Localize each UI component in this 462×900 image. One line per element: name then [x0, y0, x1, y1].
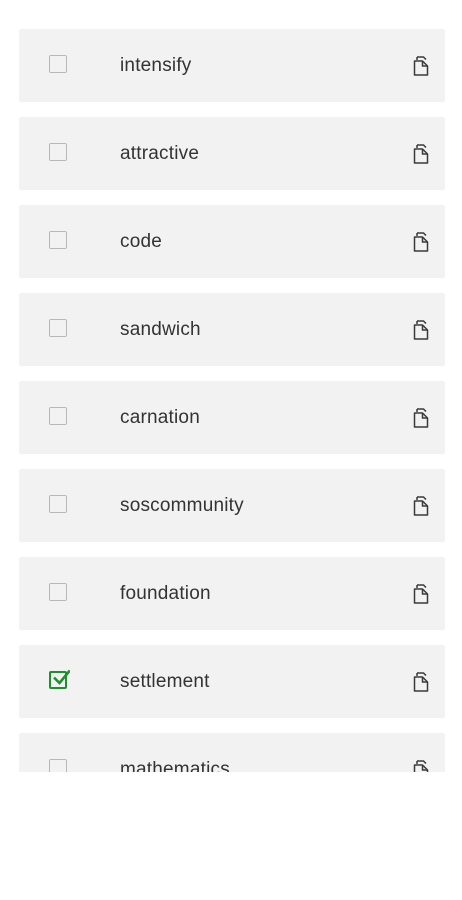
copy-icon [413, 495, 428, 516]
item-label: mathematics [120, 759, 230, 772]
copy-button[interactable] [406, 316, 433, 343]
list-item[interactable]: foundation [19, 557, 445, 630]
item-label: foundation [120, 583, 211, 604]
copy-icon [413, 759, 428, 772]
copy-icon [413, 319, 428, 340]
copy-button[interactable] [406, 580, 433, 607]
item-label: sandwich [120, 319, 201, 340]
list-item[interactable]: soscommunity [19, 469, 445, 542]
copy-icon [413, 407, 428, 428]
copy-icon [413, 55, 428, 76]
check-icon [53, 669, 70, 685]
item-label: intensify [120, 55, 192, 76]
list-item[interactable]: code [19, 205, 445, 278]
copy-icon [413, 583, 428, 604]
copy-button[interactable] [406, 228, 433, 255]
item-label: attractive [120, 143, 200, 164]
item-label: carnation [120, 407, 200, 428]
copy-icon [413, 143, 428, 164]
item-checkbox[interactable] [49, 407, 67, 425]
list-item[interactable]: mathematics [19, 733, 445, 772]
list-item[interactable]: attractive [19, 117, 445, 190]
copy-button[interactable] [406, 492, 433, 519]
item-checkbox[interactable] [49, 231, 67, 249]
item-label: settlement [120, 671, 210, 692]
item-checkbox[interactable] [49, 55, 67, 73]
list-item[interactable]: intensify [19, 29, 445, 102]
word-list: intensify attractive code sandwich carna… [19, 29, 445, 772]
word-list-viewport[interactable]: intensify attractive code sandwich carna… [0, 0, 462, 772]
list-item[interactable]: settlement [19, 645, 445, 718]
copy-button[interactable] [406, 52, 433, 79]
copy-icon [413, 671, 428, 692]
item-checkbox[interactable] [49, 759, 67, 772]
item-checkbox[interactable] [49, 143, 67, 161]
item-checkbox-checked[interactable] [49, 669, 70, 689]
item-checkbox[interactable] [49, 495, 67, 513]
list-item[interactable]: sandwich [19, 293, 445, 366]
copy-button[interactable] [406, 756, 433, 772]
item-checkbox[interactable] [49, 319, 67, 337]
copy-button[interactable] [406, 140, 433, 167]
copy-button[interactable] [406, 668, 433, 695]
copy-icon [413, 231, 428, 252]
item-label: code [120, 231, 163, 252]
list-item[interactable]: carnation [19, 381, 445, 454]
item-checkbox[interactable] [49, 583, 67, 601]
item-label: soscommunity [120, 495, 244, 516]
copy-button[interactable] [406, 404, 433, 431]
